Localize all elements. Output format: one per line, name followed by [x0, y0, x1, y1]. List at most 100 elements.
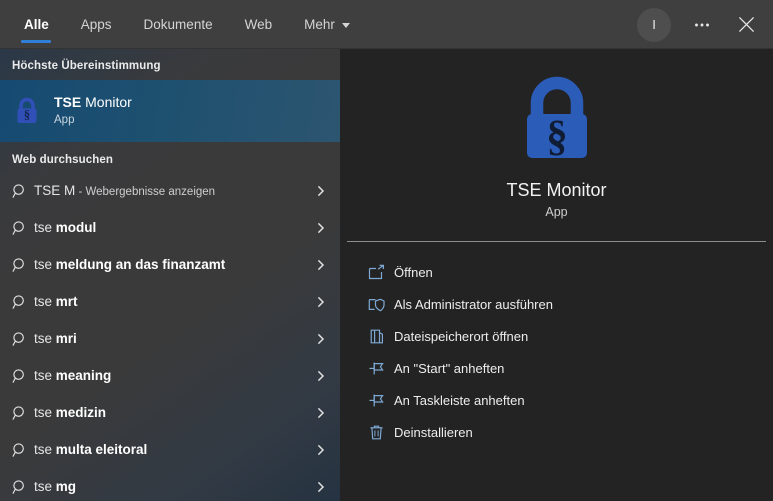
search-body: Höchste Übereinstimmung § TSE Monitor Ap… [0, 49, 773, 501]
list-item[interactable]: tse meaning [0, 357, 340, 394]
search-icon [12, 331, 34, 347]
chevron-right-icon[interactable] [312, 296, 330, 308]
list-item-label: tse meaning [34, 368, 312, 383]
suggestion-bold-8: mg [55, 479, 77, 494]
suggestion-plain-7: tse [34, 442, 56, 457]
results-pane: Höchste Übereinstimmung § TSE Monitor Ap… [0, 49, 340, 501]
suggestion-bold-2: meldung an das finanzamt [55, 257, 226, 272]
lock-section-icon: § [507, 71, 607, 171]
suggestion-bold-4: mri [55, 331, 77, 346]
search-icon [12, 294, 34, 310]
action-pin-to-start-label: An "Start" anheften [394, 360, 505, 376]
tab-dokumente-label: Dokumente [143, 17, 213, 32]
tab-active-underline [21, 40, 52, 43]
app-preview: § TSE Monitor App [340, 49, 773, 219]
search-icon [12, 368, 34, 384]
tab-mehr[interactable]: Mehr [288, 0, 366, 49]
list-item-label: tse meldung an das finanzamt [34, 257, 312, 272]
action-uninstall-label: Deinstallieren [394, 424, 473, 440]
suggestion-bold-3: mrt [55, 294, 78, 309]
action-uninstall[interactable]: Deinstallieren [340, 416, 773, 448]
chevron-right-icon[interactable] [312, 481, 330, 493]
svg-text:§: § [24, 107, 31, 122]
suggestion-tail-0: - Webergebnisse anzeigen [75, 186, 216, 198]
filter-tabs: Alle Apps Dokumente Web Mehr [0, 0, 366, 49]
tab-dokumente[interactable]: Dokumente [128, 0, 229, 49]
page-title: TSE Monitor [506, 180, 607, 200]
action-open-file-location-label: Dateispeicherort öffnen [394, 328, 529, 344]
svg-text:§: § [546, 113, 568, 160]
search-icon [12, 442, 34, 458]
tab-alle[interactable]: Alle [8, 0, 65, 49]
web-search-heading: Web durchsuchen [12, 154, 113, 166]
search-icon [12, 220, 34, 236]
trash-icon [368, 424, 394, 441]
chevron-right-icon[interactable] [312, 444, 330, 456]
best-match-result-tse-monitor[interactable]: § TSE Monitor App [0, 80, 340, 142]
list-item-label: tse multa eleitoral [34, 442, 312, 457]
tab-alle-label: Alle [24, 17, 49, 32]
suggestion-plain-2: tse [34, 257, 56, 272]
chevron-down-icon [341, 23, 350, 28]
list-item[interactable]: tse multa eleitoral [0, 431, 340, 468]
list-item-label: tse medizin [34, 405, 312, 420]
suggestion-plain-3: tse [34, 294, 56, 309]
list-item[interactable]: tse mg [0, 468, 340, 501]
action-run-as-admin-label: Als Administrator ausführen [394, 296, 553, 312]
action-pin-to-start[interactable]: An "Start" anheften [340, 352, 773, 384]
suggestion-plain-8: tse [34, 479, 56, 494]
action-run-as-admin[interactable]: Als Administrator ausführen [340, 288, 773, 320]
list-item-label: tse modul [34, 220, 312, 235]
suggestion-plain-6: tse [34, 405, 56, 420]
folder-open-icon [368, 328, 394, 345]
list-item-label: TSE M - Webergebnisse anzeigen [34, 183, 312, 198]
best-match-subtitle: App [54, 113, 75, 126]
search-icon [12, 257, 34, 273]
best-match-title-bold: TSE [54, 94, 82, 111]
chevron-right-icon[interactable] [312, 259, 330, 271]
header-actions: I [637, 0, 773, 49]
action-pin-to-taskbar[interactable]: An Taskleiste anheften [340, 384, 773, 416]
search-header: Alle Apps Dokumente Web Mehr I [0, 0, 773, 49]
list-item[interactable]: tse medizin [0, 394, 340, 431]
open-external-icon [368, 264, 394, 281]
chevron-right-icon[interactable] [312, 370, 330, 382]
tab-web-label: Web [244, 17, 273, 32]
list-item[interactable]: tse mrt [0, 283, 340, 320]
best-match-text: TSE Monitor App [54, 94, 132, 127]
suggestion-bold-6: medizin [55, 405, 107, 420]
suggestion-bold-5: meaning [55, 368, 112, 383]
chevron-right-icon[interactable] [312, 407, 330, 419]
windows-search-flyout: Alle Apps Dokumente Web Mehr I Höchste Ü… [0, 0, 773, 501]
shield-admin-icon [368, 296, 394, 313]
chevron-right-icon[interactable] [312, 222, 330, 234]
close-button[interactable] [725, 2, 767, 47]
tab-mehr-label: Mehr [304, 17, 335, 32]
tab-web[interactable]: Web [229, 0, 289, 49]
list-item[interactable]: tse mri [0, 320, 340, 357]
search-icon [12, 405, 34, 421]
tab-apps[interactable]: Apps [65, 0, 128, 49]
chevron-right-icon[interactable] [312, 185, 330, 197]
list-item[interactable]: tse meldung an das finanzamt [0, 246, 340, 283]
avatar[interactable]: I [637, 7, 671, 42]
avatar-initial: I [652, 17, 656, 32]
best-match-heading: Höchste Übereinstimmung [12, 60, 161, 72]
suggestion-plain-4: tse [34, 331, 56, 346]
app-kind-label: App [545, 205, 568, 220]
list-item[interactable]: TSE M - Webergebnisse anzeigen [0, 172, 340, 209]
search-icon [12, 183, 34, 199]
action-open-file-location[interactable]: Dateispeicherort öffnen [340, 320, 773, 352]
list-item[interactable]: tse modul [0, 209, 340, 246]
pin-icon [368, 392, 394, 409]
list-item-label: tse mri [34, 331, 312, 346]
preview-pane: § TSE Monitor App Öffnen Als Administrat… [340, 49, 773, 501]
chevron-right-icon[interactable] [312, 333, 330, 345]
action-open[interactable]: Öffnen [340, 256, 773, 288]
app-actions: Öffnen Als Administrator ausführen Datei… [340, 242, 773, 448]
list-item-label: tse mg [34, 479, 312, 494]
more-options-button[interactable] [681, 2, 723, 47]
action-pin-to-taskbar-label: An Taskleiste anheften [394, 392, 525, 408]
best-match-title-rest: Monitor [81, 94, 132, 111]
suggestion-plain-5: tse [34, 368, 56, 383]
